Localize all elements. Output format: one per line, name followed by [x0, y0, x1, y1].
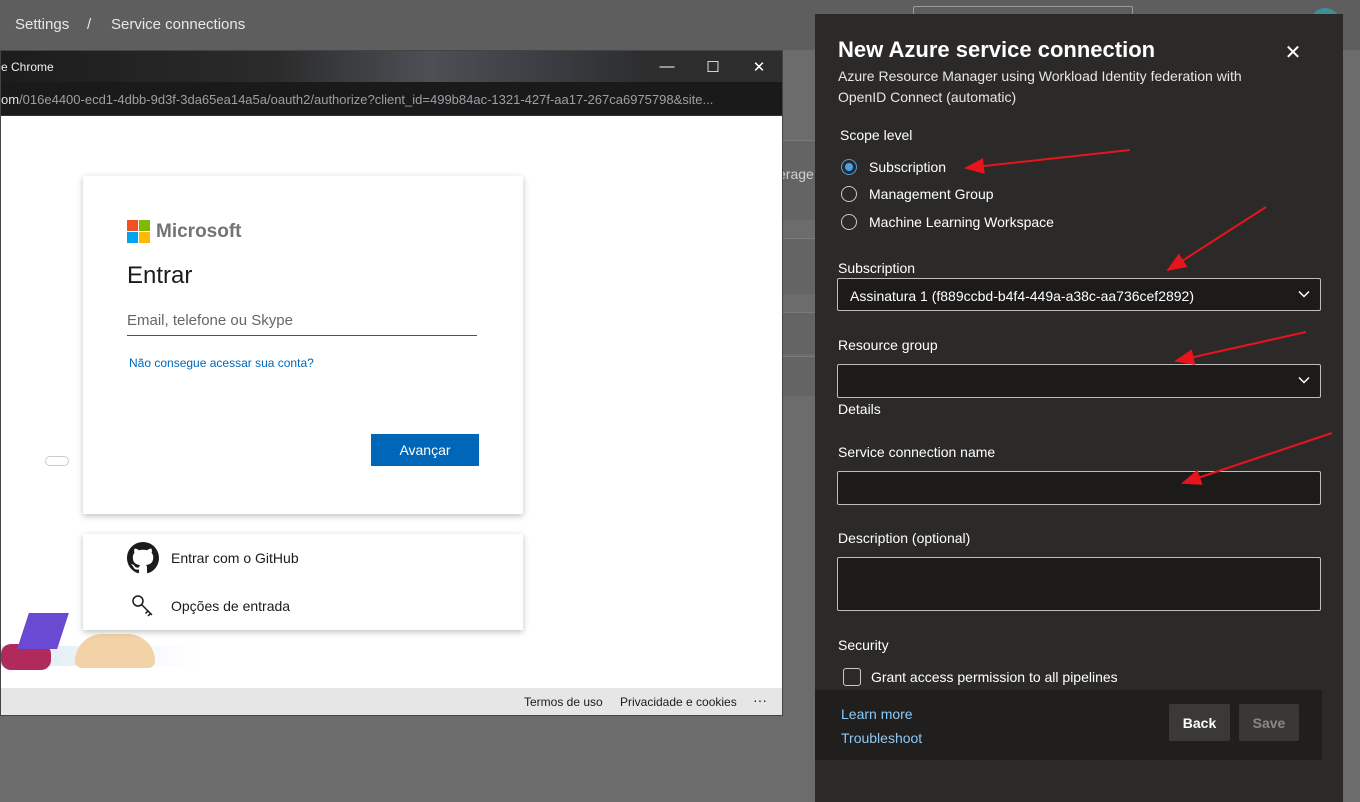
resource-group-dropdown[interactable] — [837, 364, 1321, 398]
radio-unchecked-icon — [841, 214, 857, 230]
signin-with-github-option[interactable]: Entrar com o GitHub — [127, 542, 299, 574]
details-section-label: Details — [838, 401, 881, 417]
description-label: Description (optional) — [838, 530, 971, 546]
learn-more-link[interactable]: Learn more — [841, 706, 913, 722]
close-icon[interactable]: ✕ — [1281, 40, 1305, 64]
signin-options-label: Opções de entrada — [171, 598, 291, 614]
grant-access-checkbox[interactable]: Grant access permission to all pipelines — [843, 668, 1118, 686]
chevron-down-icon — [1298, 290, 1310, 298]
microsoft-logo-icon — [127, 220, 150, 243]
scope-option-label: Machine Learning Workspace — [869, 214, 1054, 230]
breadcrumb-settings[interactable]: Settings — [15, 16, 69, 33]
checkbox-icon — [843, 668, 861, 686]
signin-heading: Entrar — [127, 262, 193, 289]
more-options-icon[interactable]: ··· — [753, 692, 767, 708]
chrome-title-bar[interactable]: e Chrome — ☐ ✕ — [1, 51, 782, 82]
breadcrumb-service-connections[interactable]: Service connections — [111, 16, 245, 33]
subscription-value: Assinatura 1 (f889ccbd-b4f4-449a-a38c-aa… — [850, 288, 1195, 304]
terms-of-use-link[interactable]: Termos de uso — [524, 695, 603, 709]
scope-level-label: Scope level — [840, 127, 913, 143]
minimize-icon[interactable]: — — [644, 51, 690, 82]
ms-footer-bar: Termos de uso Privacidade e cookies ··· — [1, 688, 782, 715]
chevron-down-icon — [1298, 376, 1310, 384]
panel-title: New Azure service connection — [838, 37, 1156, 62]
next-button[interactable]: Avançar — [371, 434, 479, 466]
radio-unchecked-icon — [841, 186, 857, 202]
panel-footer: Learn more Troubleshoot Back Save — [815, 690, 1322, 760]
breadcrumb-separator: / — [87, 16, 92, 33]
chrome-address-bar[interactable]: om/016e4400-ecd1-4dbb-9d3f-3da65ea14a5a/… — [1, 82, 782, 116]
scope-radio-subscription[interactable]: Subscription — [841, 159, 946, 175]
chrome-popup-window: e Chrome — ☐ ✕ om/016e4400-ecd1-4dbb-9d3… — [0, 50, 783, 716]
privacy-cookies-link[interactable]: Privacidade e cookies — [620, 695, 737, 709]
back-button[interactable]: Back — [1169, 704, 1230, 741]
maximize-icon[interactable]: ☐ — [690, 51, 736, 82]
microsoft-logo: Microsoft — [127, 220, 242, 243]
background-truncated-text: erage — [778, 166, 814, 182]
scope-radio-management-group[interactable]: Management Group — [841, 186, 994, 202]
key-icon — [127, 590, 159, 622]
security-section-label: Security — [838, 637, 889, 653]
troubleshoot-link[interactable]: Troubleshoot — [841, 730, 922, 746]
window-close-icon[interactable]: ✕ — [736, 51, 782, 82]
signin-with-github-label: Entrar com o GitHub — [171, 550, 299, 566]
ms-login-card: Microsoft Entrar Não consegue acessar su… — [83, 176, 523, 514]
cant-access-account-link[interactable]: Não consegue acessar sua conta? — [129, 356, 314, 370]
cloud-illustration — [45, 456, 69, 466]
ms-signin-options-card: Entrar com o GitHub Opções de entrada — [83, 534, 523, 630]
ms-login-page: Microsoft Entrar Não consegue acessar su… — [1, 116, 782, 688]
description-field[interactable] — [837, 557, 1321, 611]
signin-options-option[interactable]: Opções de entrada — [127, 590, 290, 622]
grant-access-label: Grant access permission to all pipelines — [871, 669, 1118, 685]
service-connection-name-field[interactable] — [837, 471, 1321, 505]
dog-illustration — [75, 634, 155, 668]
resource-group-label: Resource group — [838, 337, 938, 353]
microsoft-brand-text: Microsoft — [156, 220, 242, 242]
laptop-illustration — [17, 613, 69, 649]
service-connection-name-label: Service connection name — [838, 444, 996, 460]
subscription-label: Subscription — [838, 260, 916, 276]
chrome-window-title: e Chrome — [1, 60, 54, 74]
scope-option-label: Subscription — [869, 159, 947, 175]
subscription-dropdown[interactable]: Assinatura 1 (f889ccbd-b4f4-449a-a38c-aa… — [837, 278, 1321, 311]
panel-subtitle: Azure Resource Manager using Workload Id… — [838, 68, 1242, 105]
chrome-url[interactable]: om/016e4400-ecd1-4dbb-9d3f-3da65ea14a5a/… — [1, 92, 713, 107]
new-service-connection-panel: New Azure service connection Azure Resou… — [815, 14, 1343, 802]
scope-option-label: Management Group — [869, 186, 994, 202]
scope-radio-ml-workspace[interactable]: Machine Learning Workspace — [841, 214, 1054, 230]
radio-checked-icon — [841, 159, 857, 175]
email-field[interactable] — [127, 306, 477, 336]
github-icon — [127, 542, 159, 574]
save-button[interactable]: Save — [1239, 704, 1299, 741]
